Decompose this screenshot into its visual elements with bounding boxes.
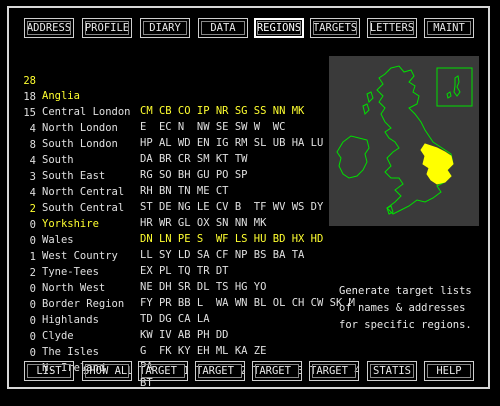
- postcode-list: FY PR BB L WA WN BL OL CH CW SK M: [140, 297, 355, 309]
- statis-button[interactable]: STATIS: [367, 361, 417, 381]
- region-count: 0: [29, 347, 36, 359]
- tab-diary[interactable]: DIARY: [140, 18, 190, 38]
- tab-letters[interactable]: LETTERS: [367, 18, 417, 38]
- isle-of-wight-outline: [386, 205, 394, 215]
- region-row-highlands[interactable]: 0 Highlands KW IV AB PH DD: [22, 283, 229, 341]
- list-button[interactable]: LIST: [24, 361, 74, 381]
- region-name: North West: [42, 282, 106, 294]
- region-row-tyne-tees[interactable]: 1 Tyne-Tees NE DH SR DL TS HG YO: [22, 235, 267, 293]
- region-row-south-central[interactable]: 4 South Central HR WR GL OX SN NN MK: [22, 171, 267, 229]
- help-text-line: of names & addresses: [339, 302, 466, 314]
- postcode-list: RG SO BH GU PO SP: [140, 169, 248, 181]
- hebrides-south-outline: [362, 103, 370, 115]
- region-name: South London: [42, 138, 118, 150]
- region-name: Highlands: [42, 314, 99, 326]
- region-row-south-east[interactable]: 4 South East RH BN TN ME CT: [22, 139, 229, 197]
- region-row-west-country[interactable]: 0 West Country EX PL TQ TR DT: [22, 219, 229, 277]
- region-name: North London: [42, 122, 118, 134]
- region-row-north-west[interactable]: 2 North West FY PR BB L WA WN BL OL CH C…: [22, 251, 355, 309]
- region-name: Yorkshire: [42, 218, 99, 230]
- region-row-south[interactable]: 8 South RG SO BH GU PO SP: [22, 123, 248, 181]
- target-2-button[interactable]: TARGET 2: [195, 361, 245, 381]
- hebrides-outline: [366, 91, 374, 103]
- postcode-list: TD DG CA LA: [140, 313, 210, 325]
- show-all-button[interactable]: SHOW ALL: [82, 361, 132, 381]
- target-1-button[interactable]: TARGET 1: [138, 361, 188, 381]
- tab-profile[interactable]: PROFILE: [82, 18, 132, 38]
- region-row-anglia[interactable]: 28 Anglia CM CB CO IP NR SG SS NN MK: [22, 59, 304, 117]
- region-row-the-isles[interactable]: 0 The Isles PA: [22, 315, 153, 373]
- postcode-list: G FK KY EH ML KA ZE: [140, 345, 267, 357]
- region-row-yorkshire[interactable]: 2 Yorkshire DN LN PE S WF LS HU BD HX HD: [22, 187, 324, 245]
- region-name: South East: [42, 170, 106, 182]
- region-name: Tyne-Tees: [42, 266, 99, 278]
- postcode-list: DN LN PE S WF LS HU BD HX HD: [140, 233, 324, 245]
- region-name: North Central: [42, 186, 125, 198]
- region-name: South Central: [42, 202, 125, 214]
- region-row-border-region[interactable]: 0 Border Region TD DG CA LA: [22, 267, 210, 325]
- postcode-list: RH BN TN ME CT: [140, 185, 229, 197]
- target-3-button[interactable]: TARGET 3: [252, 361, 302, 381]
- great-britain-outline: [376, 65, 454, 215]
- postcode-list: CM CB CO IP NR SG SS NN MK: [140, 105, 305, 117]
- postcode-list: DA BR CR SM KT TW: [140, 153, 248, 165]
- uk-map-panel[interactable]: [329, 56, 479, 226]
- tab-targets[interactable]: TARGETS: [310, 18, 360, 38]
- region-row-north-london[interactable]: 15 North London HP AL WD EN IG RM SL UB …: [22, 91, 323, 149]
- target-4-button[interactable]: TARGET 4: [309, 361, 359, 381]
- postcode-list: HR WR GL OX SN NN MK: [140, 217, 267, 229]
- postcode-list: NE DH SR DL TS HG YO: [140, 281, 267, 293]
- selected-region-highlight: [420, 143, 454, 185]
- tab-data[interactable]: DATA: [198, 18, 248, 38]
- region-row-south-london[interactable]: 4 South London DA BR CR SM KT TW: [22, 107, 248, 165]
- postcode-list: HP AL WD EN IG RM SL UB HA LU: [140, 137, 324, 149]
- postcode-list: EX PL TQ TR DT: [140, 265, 229, 277]
- tab-regions[interactable]: REGIONS: [254, 18, 304, 38]
- region-name: The Isles: [42, 346, 99, 358]
- region-row-central-london[interactable]: 18 Central London E EC N NW SE SW W WC: [22, 75, 285, 133]
- region-name: Anglia: [42, 90, 80, 102]
- region-name: Central London: [42, 106, 131, 118]
- postcode-list: LL SY LD SA CF NP BS BA TA: [140, 249, 305, 261]
- help-text: Generate target lists of names & address…: [339, 283, 489, 334]
- region-row-clyde[interactable]: 0 Clyde G FK KY EH ML KA ZE: [22, 299, 267, 357]
- ireland-outline: [336, 135, 370, 179]
- region-row-n-ireland[interactable]: 0 N. Ireland BT: [22, 331, 153, 389]
- orkney-outline: [446, 91, 452, 99]
- uk-map: [336, 65, 473, 215]
- tab-address[interactable]: ADDRESS: [24, 18, 74, 38]
- help-text-line: Generate target lists: [339, 285, 472, 297]
- help-text-line: for specific regions.: [339, 319, 472, 331]
- help-button[interactable]: HELP: [424, 361, 474, 381]
- region-name: Border Region: [42, 298, 125, 310]
- postcode-list: KW IV AB PH DD: [140, 329, 229, 341]
- postcode-list: E EC N NW SE SW W WC: [140, 121, 286, 133]
- postcode-list: ST DE NG LE CV B TF WV WS DY: [140, 201, 324, 213]
- shetland-islands-outline: [453, 75, 461, 97]
- tab-maint[interactable]: MAINT: [424, 18, 474, 38]
- region-name: West Country: [42, 250, 118, 262]
- region-row-north-central[interactable]: 3 North Central ST DE NG LE CV B TF WV W…: [22, 155, 324, 213]
- region-row-wales[interactable]: 0 Wales LL SY LD SA CF NP BS BA TA: [22, 203, 305, 261]
